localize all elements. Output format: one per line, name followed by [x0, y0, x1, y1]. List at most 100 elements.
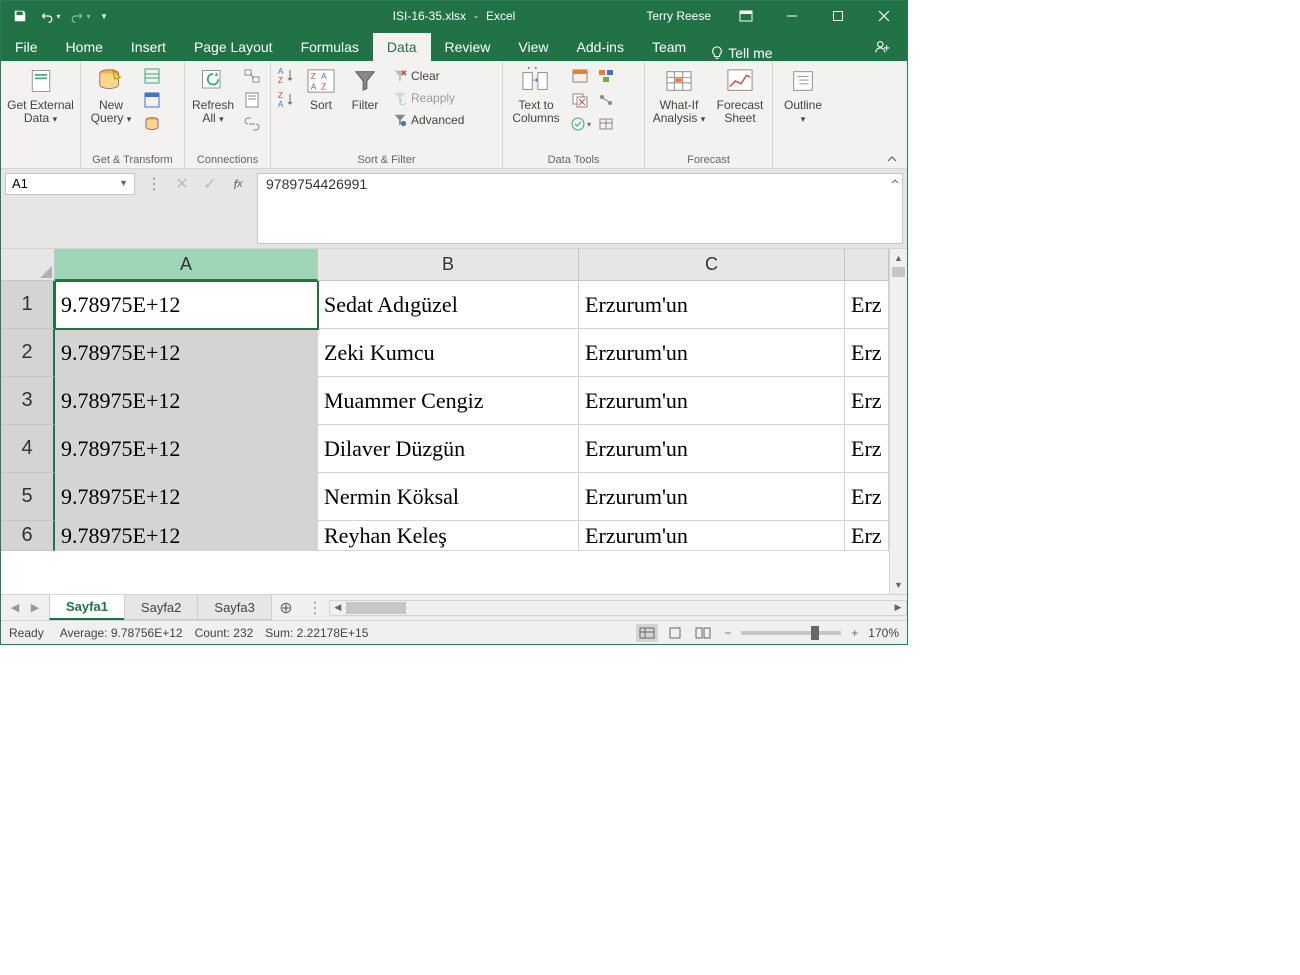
- save-button[interactable]: [7, 4, 33, 28]
- reapply-filter-button[interactable]: Reapply: [389, 87, 468, 109]
- column-header-B[interactable]: B: [318, 249, 579, 281]
- sheet-tab-sayfa3[interactable]: Sayfa3: [197, 595, 271, 620]
- cell[interactable]: Erzurum'un: [579, 473, 845, 521]
- qat-customize[interactable]: ▾: [97, 4, 111, 28]
- close-button[interactable]: [861, 1, 907, 31]
- tab-data[interactable]: Data: [373, 33, 431, 61]
- sheet-tab-sayfa2[interactable]: Sayfa2: [124, 595, 198, 620]
- remove-duplicates-button[interactable]: [569, 89, 591, 111]
- sheet-nav-prev[interactable]: ◀: [7, 601, 23, 614]
- cell[interactable]: Erzurum'un: [579, 329, 845, 377]
- manage-data-model-button[interactable]: [595, 113, 617, 135]
- sheet-nav-next[interactable]: ▶: [27, 601, 43, 614]
- cell[interactable]: Erz: [845, 329, 889, 377]
- page-break-view-button[interactable]: [692, 624, 714, 642]
- maximize-button[interactable]: [815, 1, 861, 31]
- cell[interactable]: 9.78975E+12: [55, 377, 318, 425]
- row-header-4[interactable]: 4: [1, 425, 55, 473]
- vertical-scrollbar[interactable]: ▲ ▼: [889, 249, 907, 594]
- tell-me[interactable]: Tell me: [700, 45, 782, 61]
- collapse-ribbon-button[interactable]: [883, 152, 901, 166]
- scroll-down-button[interactable]: ▼: [890, 576, 907, 594]
- properties-button[interactable]: [241, 89, 263, 111]
- cell[interactable]: Dilaver Düzgün: [318, 425, 579, 473]
- cell[interactable]: Reyhan Keleş: [318, 521, 579, 551]
- row-header-6[interactable]: 6: [1, 521, 55, 551]
- cell[interactable]: Erz: [845, 425, 889, 473]
- clear-filter-button[interactable]: Clear: [389, 65, 468, 87]
- undo-button[interactable]: ▾: [37, 4, 63, 28]
- recent-sources-button[interactable]: [141, 113, 163, 135]
- cell[interactable]: Nermin Köksal: [318, 473, 579, 521]
- flash-fill-button[interactable]: [569, 65, 591, 87]
- tab-page-layout[interactable]: Page Layout: [180, 33, 287, 61]
- column-header-partial[interactable]: [845, 249, 889, 281]
- name-box[interactable]: A1 ▼: [5, 173, 135, 195]
- cell[interactable]: 9.78975E+12: [55, 425, 318, 473]
- add-sheet-button[interactable]: ⊕: [271, 595, 301, 620]
- forecast-sheet-button[interactable]: Forecast Sheet: [711, 63, 769, 127]
- redo-button[interactable]: ▾: [67, 4, 93, 28]
- name-box-dropdown[interactable]: ▼: [119, 176, 128, 188]
- text-to-columns-button[interactable]: Text to Columns: [505, 63, 567, 127]
- refresh-all-button[interactable]: Refresh All ▾: [187, 63, 239, 127]
- what-if-analysis-button[interactable]: What-If Analysis ▾: [647, 63, 711, 127]
- cell[interactable]: Muammer Cengiz: [318, 377, 579, 425]
- row-header-3[interactable]: 3: [1, 377, 55, 425]
- row-header-5[interactable]: 5: [1, 473, 55, 521]
- edit-links-button[interactable]: [241, 113, 263, 135]
- zoom-level[interactable]: 170%: [868, 626, 899, 640]
- cell[interactable]: 9.78975E+12: [55, 281, 318, 329]
- from-table-button[interactable]: [141, 89, 163, 111]
- cell[interactable]: 9.78975E+12: [55, 521, 318, 551]
- sort-az-button[interactable]: AZ: [275, 65, 297, 87]
- cell[interactable]: Erz: [845, 377, 889, 425]
- tab-team[interactable]: Team: [638, 33, 700, 61]
- scroll-right-button[interactable]: ▶: [890, 602, 906, 613]
- ribbon-display-options[interactable]: [723, 1, 769, 31]
- cell[interactable]: Sedat Adıgüzel: [318, 281, 579, 329]
- show-queries-button[interactable]: [141, 65, 163, 87]
- enter-formula-button[interactable]: ✓: [197, 173, 223, 195]
- cell[interactable]: Zeki Kumcu: [318, 329, 579, 377]
- cell[interactable]: Erzurum'un: [579, 377, 845, 425]
- cell[interactable]: 9.78975E+12: [55, 473, 318, 521]
- row-header-2[interactable]: 2: [1, 329, 55, 377]
- minimize-button[interactable]: [769, 1, 815, 31]
- tab-insert[interactable]: Insert: [117, 33, 180, 61]
- expand-formula-bar[interactable]: [890, 176, 900, 186]
- tab-home[interactable]: Home: [52, 33, 117, 61]
- cell[interactable]: Erz: [845, 473, 889, 521]
- cell[interactable]: 9.78975E+12: [55, 329, 318, 377]
- advanced-filter-button[interactable]: Advanced: [389, 109, 468, 131]
- cell[interactable]: Erzurum'un: [579, 521, 845, 551]
- formula-bar[interactable]: 9789754426991: [257, 173, 903, 244]
- cell[interactable]: Erzurum'un: [579, 281, 845, 329]
- tab-file[interactable]: File: [1, 33, 52, 61]
- normal-view-button[interactable]: [636, 624, 658, 642]
- consolidate-button[interactable]: [595, 65, 617, 87]
- row-header-1[interactable]: 1: [1, 281, 55, 329]
- sheet-tab-sayfa1[interactable]: Sayfa1: [49, 595, 125, 620]
- cell[interactable]: Erzurum'un: [579, 425, 845, 473]
- filter-button[interactable]: Filter: [343, 63, 387, 114]
- share-button[interactable]: [867, 33, 899, 61]
- outline-button[interactable]: Outline▾: [775, 63, 831, 127]
- insert-function-button[interactable]: fx: [225, 173, 251, 195]
- cancel-formula-button[interactable]: ✕: [169, 173, 195, 195]
- horizontal-scrollbar[interactable]: ◀ ▶: [329, 600, 907, 616]
- tab-view[interactable]: View: [504, 33, 562, 61]
- page-layout-view-button[interactable]: [664, 624, 686, 642]
- get-external-data-button[interactable]: Get External Data ▾: [3, 63, 78, 127]
- tab-addins[interactable]: Add-ins: [563, 33, 638, 61]
- formula-bar-options[interactable]: ⋮: [141, 173, 167, 195]
- zoom-in-button[interactable]: +: [847, 626, 862, 640]
- column-header-A[interactable]: A: [55, 249, 318, 281]
- relationships-button[interactable]: [595, 89, 617, 111]
- tab-scroll-grip[interactable]: ⋮: [301, 598, 329, 618]
- select-all-button[interactable]: [1, 249, 55, 281]
- column-header-C[interactable]: C: [579, 249, 845, 281]
- tab-formulas[interactable]: Formulas: [287, 33, 373, 61]
- sort-za-button[interactable]: ZA: [275, 89, 297, 111]
- cell[interactable]: Erz: [845, 521, 889, 551]
